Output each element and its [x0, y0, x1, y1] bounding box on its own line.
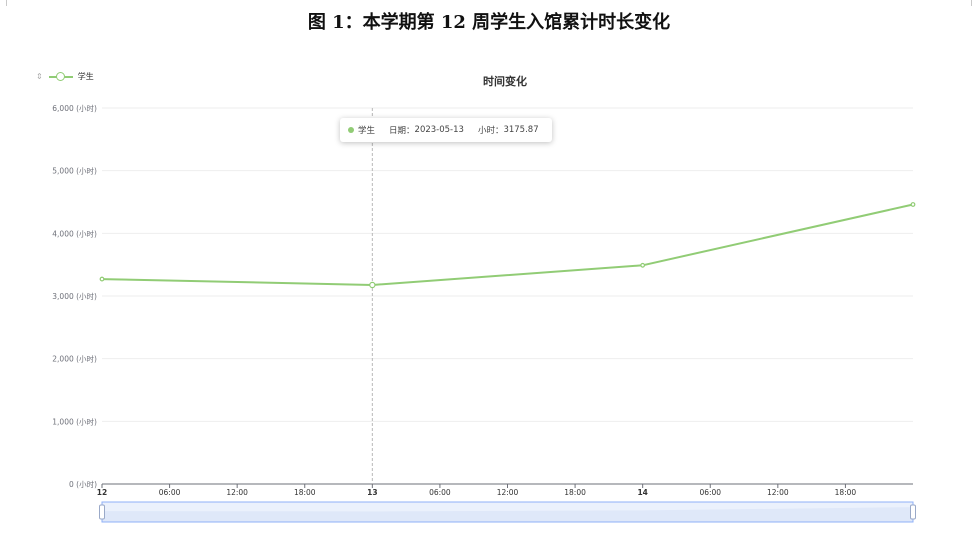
- tooltip-value: 3175.87: [503, 125, 539, 135]
- tooltip-date-label: 日期：: [389, 126, 415, 136]
- tooltip-date-value: 2023-05-13: [414, 125, 464, 135]
- line-chart[interactable]: 0 (小时) 1,000 (小时) 2,000 (小时) 3,000 (小时) 4,00…: [0, 0, 978, 542]
- zoom-selection: [101, 501, 914, 523]
- data-point: [99, 276, 105, 282]
- x-axis: 12 06:00 12:00 18:00 13 06:00 12:00 18:00 14 06:0…: [97, 483, 913, 497]
- chart-tooltip: 学生 日期： 2023-05-13 小时： 3175.87: [340, 118, 552, 142]
- tooltip-value-label: 小时：: [477, 126, 504, 136]
- x-tick-label: 12:00: [497, 488, 519, 497]
- y-tick-label: 3,000 (小时): [52, 291, 97, 301]
- x-tick-label: 18:00: [835, 488, 857, 497]
- y-tick-label: 4,000 (小时): [52, 228, 97, 238]
- data-point: [640, 262, 646, 268]
- data-zoom-slider: [99, 501, 916, 523]
- grid-lines: [102, 107, 913, 422]
- zoom-handle-right[interactable]: [910, 504, 916, 520]
- x-tick-label: 13: [367, 488, 377, 497]
- y-axis-labels: 0 (小时) 1,000 (小时) 2,000 (小时) 3,000 (小时) 4,00…: [52, 103, 97, 489]
- x-tick-label: 12:00: [226, 488, 248, 497]
- data-point: [910, 202, 916, 207]
- y-tick-label: 6,000 (小时): [52, 103, 97, 113]
- x-tick-label: 06:00: [429, 488, 451, 497]
- y-tick-label: 0 (小时): [69, 479, 97, 489]
- series-line: [101, 203, 914, 286]
- y-tick-label: 1,000 (小时): [52, 416, 97, 426]
- y-tick-label: 2,000 (小时): [52, 354, 97, 364]
- x-tick-label: 18:00: [564, 488, 586, 497]
- x-tick-label: 18:00: [294, 488, 316, 497]
- tooltip-series-dot: [348, 127, 354, 133]
- x-tick-label: 12:00: [767, 488, 789, 497]
- x-tick-label: 06:00: [699, 488, 721, 497]
- tooltip-series-name: 学生: [358, 126, 376, 136]
- zoom-handle-left[interactable]: [99, 504, 105, 520]
- x-tick-label: 12: [97, 488, 107, 497]
- data-point: [369, 281, 376, 289]
- series-layer: [99, 202, 916, 289]
- x-tick-label: 14: [637, 488, 647, 497]
- y-tick-label: 5,000 (小时): [52, 166, 97, 176]
- x-tick-label: 06:00: [159, 488, 181, 497]
